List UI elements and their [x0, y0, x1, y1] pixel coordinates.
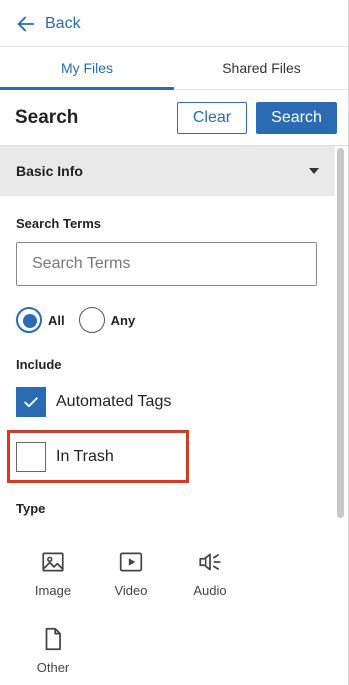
- search-terms-label: Search Terms: [16, 216, 102, 231]
- radio-all[interactable]: [16, 307, 42, 333]
- type-label: Type: [16, 501, 46, 516]
- type-other-label: Other: [36, 660, 70, 675]
- checkmark-icon: [24, 397, 38, 408]
- in-trash-checkbox-row[interactable]: In Trash: [16, 442, 114, 472]
- in-trash-checkbox[interactable]: [16, 442, 46, 472]
- tab-label: My Files: [60, 60, 114, 76]
- tab-my-files[interactable]: My Files: [0, 47, 174, 90]
- radio-any[interactable]: [78, 307, 105, 333]
- page-title: Search: [15, 107, 79, 128]
- in-trash-label: In Trash: [56, 448, 114, 465]
- type-image-label: Image: [34, 583, 72, 598]
- type-audio-label: Audio: [193, 583, 227, 598]
- radio-all-label: All: [48, 312, 65, 328]
- filter-content: Basic Info Search Terms All Any Include …: [0, 146, 335, 685]
- video-icon: [119, 552, 143, 572]
- basic-info-section-toggle[interactable]: Basic Info: [0, 146, 335, 196]
- search-terms-input[interactable]: [16, 242, 317, 286]
- arrow-left-icon: [15, 13, 37, 35]
- audio-icon: [199, 553, 221, 571]
- back-label: Back: [45, 15, 81, 32]
- search-panel: Back My Files Shared Files Search Clear …: [0, 0, 349, 685]
- caret-down-icon: [309, 168, 319, 174]
- search-button[interactable]: Search: [256, 102, 337, 134]
- automated-tags-checkbox[interactable]: [16, 387, 46, 417]
- file-tabs: My Files Shared Files: [0, 47, 349, 90]
- tab-shared-files[interactable]: Shared Files: [174, 47, 349, 89]
- automated-tags-checkbox-row[interactable]: Automated Tags: [16, 387, 171, 417]
- section-title: Basic Info: [16, 163, 83, 179]
- type-other-option[interactable]: Other: [23, 626, 83, 675]
- include-label: Include: [16, 357, 62, 372]
- automated-tags-label: Automated Tags: [56, 393, 172, 410]
- radio-any-label: Any: [110, 312, 136, 328]
- type-video-option[interactable]: Video: [101, 549, 161, 598]
- type-video-label: Video: [114, 583, 148, 598]
- type-audio-option[interactable]: Audio: [180, 549, 240, 598]
- scrollbar[interactable]: [337, 148, 344, 518]
- image-icon: [42, 552, 64, 572]
- clear-button[interactable]: Clear: [177, 102, 247, 134]
- tab-label: Shared Files: [222, 60, 301, 76]
- match-mode-group: All Any: [16, 306, 149, 334]
- type-image-option[interactable]: Image: [23, 549, 83, 598]
- back-button[interactable]: Back: [15, 12, 81, 36]
- file-icon: [45, 627, 61, 651]
